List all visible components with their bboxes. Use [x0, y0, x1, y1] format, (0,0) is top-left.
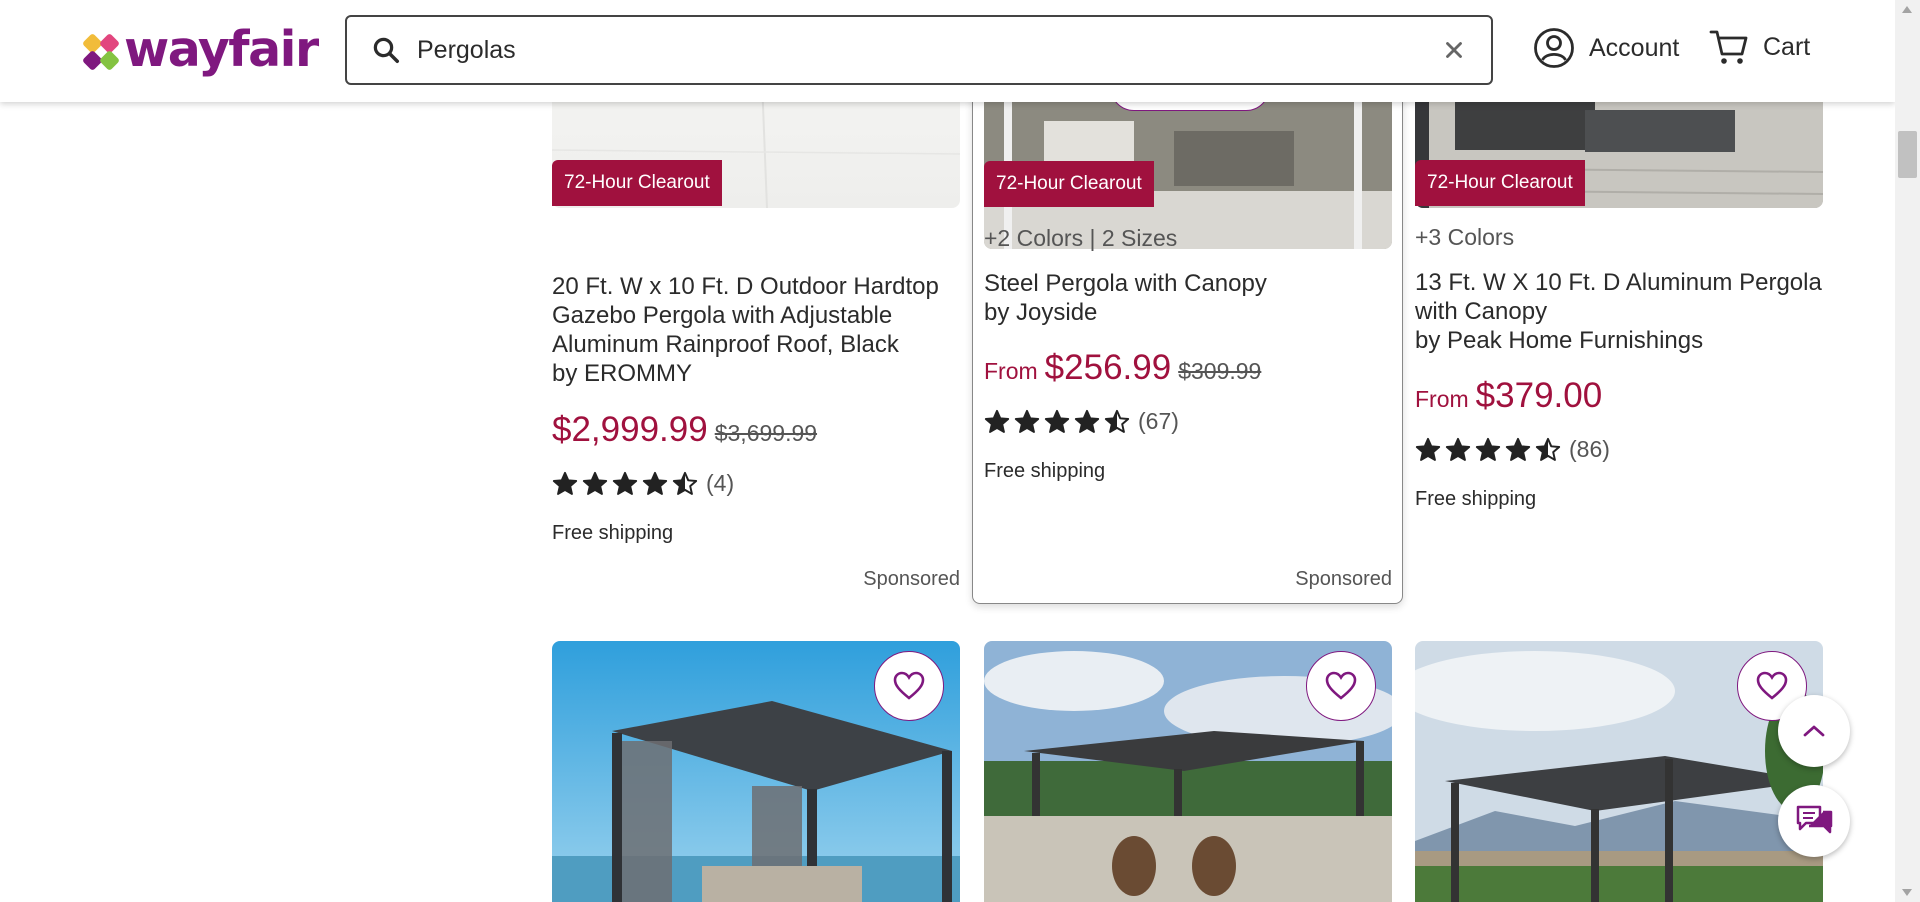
account-label: Account [1589, 33, 1680, 62]
logo-mark-icon [83, 34, 119, 70]
sponsored-label: Sponsored [1295, 568, 1392, 590]
star-full-icon [1505, 437, 1531, 461]
site-header: wayfair Account Cart [0, 0, 1895, 102]
cart-link[interactable]: Cart [1709, 27, 1810, 67]
page-scrollbar[interactable] [1895, 0, 1920, 902]
logo-text: wayfair [124, 21, 319, 78]
clearout-badge: 72-Hour Clearout [1415, 160, 1585, 206]
product-image[interactable] [984, 641, 1392, 902]
heart-icon [1756, 671, 1788, 700]
star-half-icon [1535, 437, 1561, 461]
product-card[interactable]: Quick View 72-Hour Clearout +2 Colors | … [972, 40, 1403, 604]
favorite-button[interactable] [1306, 651, 1376, 721]
product-options: +3 Colors [1415, 224, 1515, 250]
star-full-icon [1475, 437, 1501, 461]
product-title[interactable]: 13 Ft. W X 10 Ft. D Aluminum Pergola wit… [1415, 268, 1825, 355]
heart-icon [893, 671, 925, 700]
product-brand: by Peak Home Furnishings [1415, 327, 1704, 354]
account-link[interactable]: Account [1533, 27, 1679, 69]
back-to-top-button[interactable] [1778, 695, 1850, 767]
chevron-up-icon [1803, 725, 1825, 737]
product-options: +2 Colors | 2 Sizes [984, 225, 1178, 251]
product-title-text: 20 Ft. W x 10 Ft. D Outdoor Hardtop Gaze… [552, 273, 939, 358]
product-price: $2,999.99 [552, 410, 708, 449]
product-title[interactable]: 20 Ft. W x 10 Ft. D Outdoor Hardtop Gaze… [552, 272, 952, 388]
star-full-icon [552, 471, 578, 495]
star-full-icon [612, 471, 638, 495]
product-title-text: 13 Ft. W X 10 Ft. D Aluminum Pergola wit… [1415, 269, 1822, 325]
review-count: (86) [1569, 436, 1610, 462]
product-brand: by Joyside [984, 299, 1098, 326]
free-shipping-label: Free shipping [552, 522, 674, 544]
product-price: $379.00 [1475, 376, 1603, 415]
free-shipping-label: Free shipping [984, 460, 1106, 482]
review-count: (67) [1138, 408, 1179, 434]
cart-icon [1709, 30, 1748, 64]
search-icon [373, 37, 399, 63]
favorite-button[interactable] [874, 651, 944, 721]
star-half-icon [672, 471, 698, 495]
scroll-up-arrow-icon[interactable] [1902, 6, 1912, 13]
scroll-thumb[interactable] [1898, 131, 1917, 178]
clearout-badge: 72-Hour Clearout [552, 160, 722, 206]
clear-search-icon[interactable] [1441, 37, 1467, 63]
product-title-text: Steel Pergola with Canopy [984, 270, 1267, 297]
clearout-badge: 72-Hour Clearout [984, 161, 1154, 207]
product-image[interactable] [552, 641, 960, 902]
price-prefix: From [984, 358, 1038, 384]
account-icon [1534, 28, 1574, 68]
heart-icon [1325, 671, 1357, 700]
star-full-icon [1074, 409, 1100, 433]
star-full-icon [1044, 409, 1070, 433]
product-card[interactable]: 72-Hour Clearout +3 Colors 13 Ft. W X 10… [1415, 80, 1825, 600]
star-full-icon [1415, 437, 1441, 461]
product-image[interactable] [1415, 641, 1823, 902]
star-full-icon [984, 409, 1010, 433]
chat-icon [1796, 805, 1833, 834]
wayfair-logo[interactable]: wayfair [82, 21, 319, 78]
price-row: From $379.00 [1415, 376, 1609, 416]
product-title[interactable]: Steel Pergola with Canopy by Joyside [984, 269, 1384, 327]
search-input[interactable] [415, 34, 1419, 66]
star-full-icon [1014, 409, 1040, 433]
review-count: (4) [706, 470, 735, 496]
star-half-icon [1104, 409, 1130, 433]
product-brand: by EROMMY [552, 360, 693, 387]
chat-button[interactable] [1778, 785, 1850, 857]
price-row: $2,999.99 $3,699.99 [552, 410, 817, 450]
scroll-down-arrow-icon[interactable] [1902, 889, 1912, 896]
search-bar[interactable] [345, 15, 1493, 85]
star-full-icon [642, 471, 668, 495]
product-price: $256.99 [1044, 348, 1172, 387]
product-was-price: $309.99 [1178, 358, 1262, 384]
star-full-icon [1445, 437, 1471, 461]
star-full-icon [582, 471, 608, 495]
star-rating: (86) [1415, 436, 1610, 463]
free-shipping-label: Free shipping [1415, 488, 1537, 510]
cart-label: Cart [1763, 32, 1811, 61]
star-rating: (4) [552, 470, 734, 497]
star-rating: (67) [984, 408, 1179, 435]
price-prefix: From [1415, 386, 1469, 412]
product-card[interactable]: 72-Hour Clearout 20 Ft. W x 10 Ft. D Out… [552, 80, 962, 600]
product-was-price: $3,699.99 [714, 420, 818, 446]
sponsored-label: Sponsored [863, 568, 960, 590]
price-row: From $256.99 $309.99 [984, 348, 1261, 388]
